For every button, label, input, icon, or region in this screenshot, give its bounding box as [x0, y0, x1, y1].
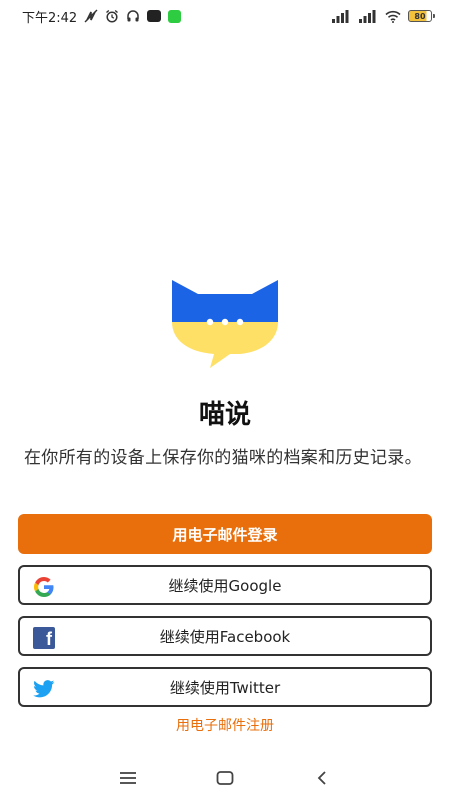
- app-title: 喵说: [198, 400, 251, 430]
- app-logo-icon: [172, 280, 278, 368]
- home-icon: [216, 771, 234, 785]
- email-login-button[interactable]: 用电子邮件登录: [18, 514, 432, 554]
- message-app-icon: [147, 8, 162, 24]
- google-login-button[interactable]: 继续使用Google: [18, 565, 432, 605]
- app-tagline: 在你所有的设备上保存你的猫咪的档案和历史记录。: [24, 448, 422, 468]
- headphones-icon: [126, 8, 140, 24]
- facebook-login-button[interactable]: f 继续使用Facebook: [18, 616, 432, 656]
- google-icon: [32, 575, 56, 599]
- status-bar-left: 下午2:42: [22, 7, 182, 26]
- back-icon: [317, 771, 326, 785]
- signal-icon: [331, 8, 351, 24]
- wechat-icon: [168, 8, 182, 24]
- system-nav-bar: [0, 760, 450, 796]
- email-login-label: 用电子邮件登录: [172, 525, 278, 544]
- menu-button[interactable]: [108, 763, 148, 793]
- signal-icon-2: [358, 8, 378, 24]
- twitter-login-label: 继续使用Twitter: [169, 678, 281, 697]
- facebook-login-label: 继续使用Facebook: [159, 627, 291, 646]
- status-bar: 下午2:42 80: [0, 0, 450, 32]
- menu-icon: [120, 772, 137, 784]
- login-screen: 下午2:42 80 喵说 在你所有的设备上保存你的猫咪的档案和历史记录。 用电子…: [0, 0, 450, 800]
- status-bar-right: 80: [331, 8, 435, 24]
- email-register-link[interactable]: 用电子邮件注册: [0, 715, 450, 735]
- home-button[interactable]: [205, 763, 245, 793]
- wifi-icon: [385, 8, 401, 24]
- battery-icon: 80: [408, 8, 435, 24]
- twitter-icon: [32, 677, 56, 701]
- facebook-icon: f: [32, 626, 56, 650]
- google-login-label: 继续使用Google: [168, 576, 282, 595]
- nfc-off-icon: [84, 8, 98, 24]
- back-button[interactable]: [302, 763, 342, 793]
- status-time: 下午2:42: [22, 10, 78, 26]
- battery-level: 80: [408, 10, 435, 22]
- twitter-login-button[interactable]: 继续使用Twitter: [18, 667, 432, 707]
- alarm-icon: [105, 8, 119, 24]
